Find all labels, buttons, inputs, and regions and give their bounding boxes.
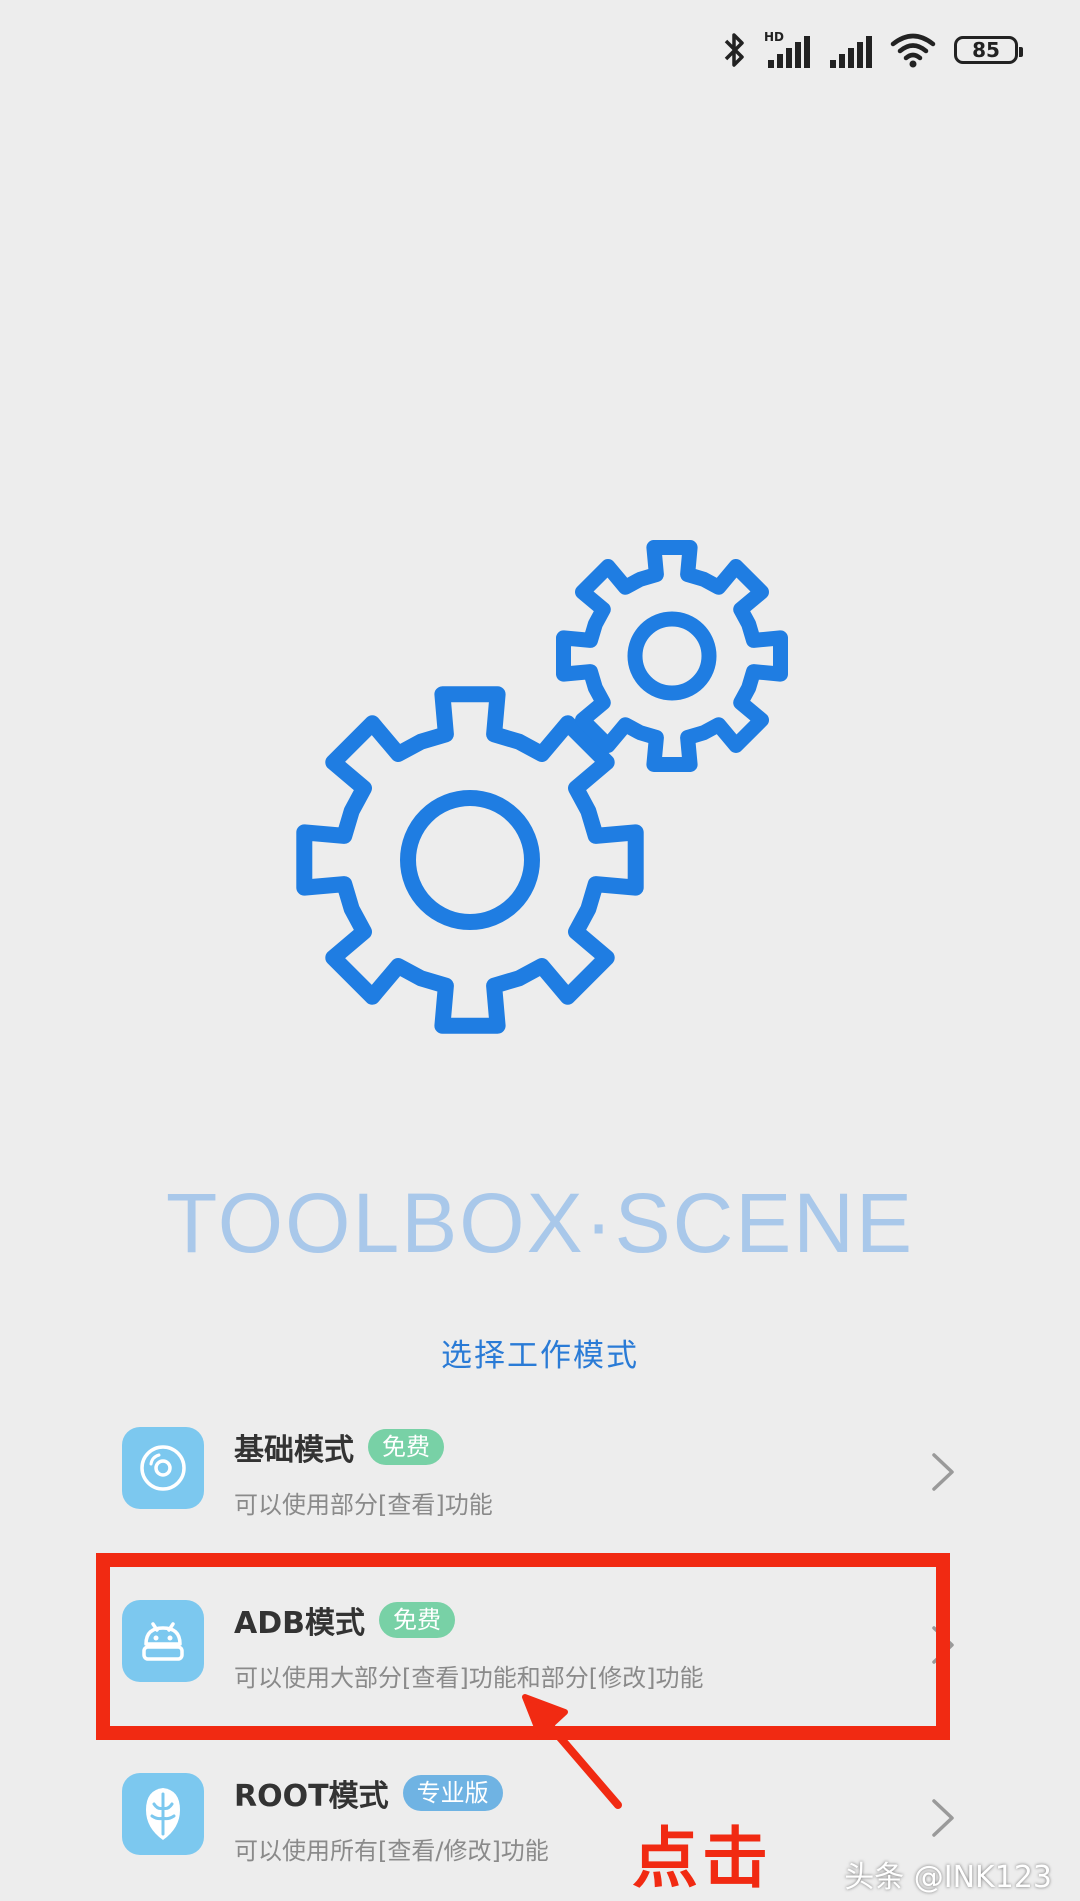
large-gear-icon xyxy=(296,686,644,1034)
brand-title: TOOLBOX·SCENE xyxy=(166,1176,914,1270)
mode-title: ROOT模式 xyxy=(234,1779,389,1814)
highlight-box xyxy=(96,1553,950,1740)
chevron-right-icon xyxy=(932,1453,954,1491)
mode-description: 可以使用所有[查看/修改]功能 xyxy=(234,1837,549,1865)
mode-select-heading: 选择工作模式 xyxy=(441,1338,639,1374)
disc-icon xyxy=(122,1427,204,1509)
mode-title: 基础模式 xyxy=(234,1433,354,1468)
root-mask-icon xyxy=(122,1773,204,1855)
mode-description: 可以使用部分[查看]功能 xyxy=(234,1491,493,1519)
click-label: 点击 xyxy=(632,1820,772,1897)
small-gear-icon xyxy=(556,540,788,772)
watermark: 头条 @INK123 xyxy=(844,1860,1052,1895)
pro-badge: 专业版 xyxy=(402,1775,503,1811)
gears-illustration xyxy=(296,540,788,1034)
mode-item-root[interactable]: ROOT模式 专业版 可以使用所有[查看/修改]功能 xyxy=(122,1773,962,1883)
mode-item-basic[interactable]: 基础模式 免费 可以使用部分[查看]功能 xyxy=(122,1427,962,1537)
free-badge: 免费 xyxy=(368,1429,444,1465)
chevron-right-icon xyxy=(932,1799,954,1837)
